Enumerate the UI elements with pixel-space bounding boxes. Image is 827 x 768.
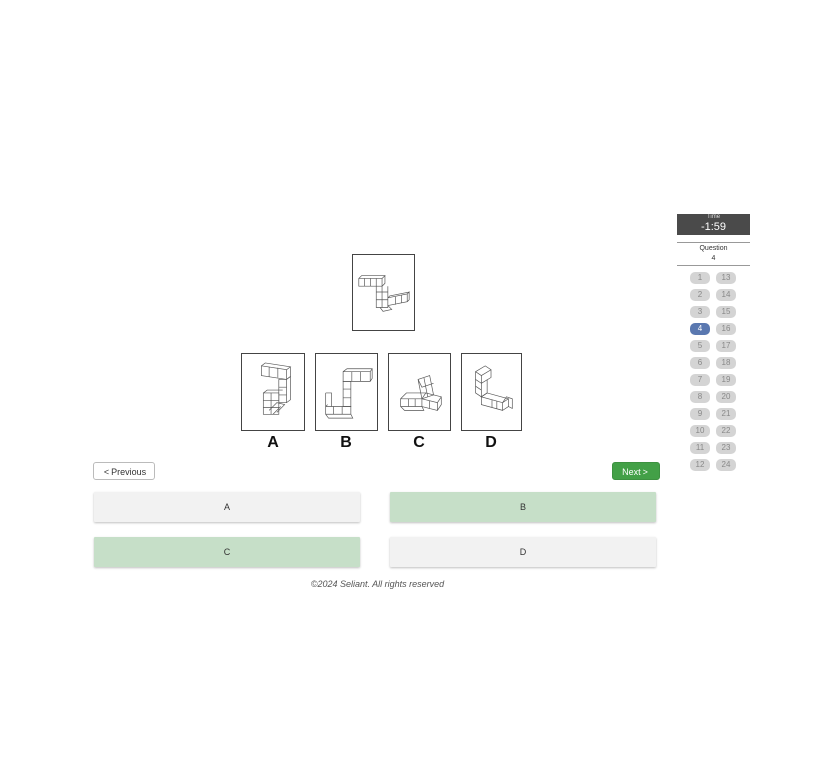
choice-figure-b <box>315 353 378 431</box>
question-indicator: Question 4 <box>677 242 750 266</box>
question-number-7[interactable]: 7 <box>690 374 710 386</box>
question-number-3[interactable]: 3 <box>690 306 710 318</box>
choice-label-a: A <box>267 434 279 451</box>
choice-label-c: C <box>413 434 425 451</box>
choice-figure-d <box>461 353 522 431</box>
chevron-right-icon: > <box>642 467 648 477</box>
copyright-footer: ©2024 Seliant. All rights reserved <box>310 579 445 589</box>
question-number-2[interactable]: 2 <box>690 289 710 301</box>
question-number-9[interactable]: 9 <box>690 408 710 420</box>
question-number-16[interactable]: 16 <box>716 323 736 335</box>
choice-a-image <box>261 362 292 415</box>
question-number-13[interactable]: 13 <box>716 272 736 284</box>
choice-figure-c <box>388 353 451 431</box>
target-figure <box>352 254 415 331</box>
question-number-22[interactable]: 22 <box>716 425 736 437</box>
answer-option-c[interactable]: C <box>94 537 360 567</box>
question-number-1[interactable]: 1 <box>690 272 710 284</box>
choice-label-b: B <box>340 434 352 451</box>
answer-option-b[interactable]: B <box>390 492 656 522</box>
question-number-4[interactable]: 4 <box>690 323 710 335</box>
choice-label-d: D <box>485 434 497 451</box>
question-number-8[interactable]: 8 <box>690 391 710 403</box>
choice-d-image <box>474 365 513 411</box>
answer-option-a[interactable]: A <box>94 492 360 522</box>
question-number-20[interactable]: 20 <box>716 391 736 403</box>
question-number-18[interactable]: 18 <box>716 357 736 369</box>
previous-button-label: Previous <box>111 467 147 477</box>
choice-b-image <box>325 368 373 419</box>
question-number-21[interactable]: 21 <box>716 408 736 420</box>
choice-figure-a <box>241 353 305 431</box>
timer-panel: Time -1:59 <box>677 214 750 235</box>
target-cube-figure-image <box>358 275 411 312</box>
choice-c-image <box>400 375 442 411</box>
question-value: 4 <box>711 255 716 262</box>
question-number-15[interactable]: 15 <box>716 306 736 318</box>
question-number-24[interactable]: 24 <box>716 459 736 471</box>
chevron-left-icon: < <box>103 467 110 477</box>
question-number-23[interactable]: 23 <box>716 442 736 454</box>
question-number-11[interactable]: 11 <box>690 442 710 454</box>
timer-value: -1:59 <box>700 221 727 233</box>
question-number-17[interactable]: 17 <box>716 340 736 352</box>
question-number-14[interactable]: 14 <box>716 289 736 301</box>
next-button-label: Next <box>622 467 641 477</box>
question-label: Question <box>699 245 728 252</box>
question-number-10[interactable]: 10 <box>690 425 710 437</box>
previous-button[interactable]: < Previous <box>93 462 155 480</box>
question-number-6[interactable]: 6 <box>690 357 710 369</box>
answer-option-d[interactable]: D <box>390 537 656 567</box>
question-number-5[interactable]: 5 <box>690 340 710 352</box>
question-number-19[interactable]: 19 <box>716 374 736 386</box>
next-button[interactable]: Next > <box>612 462 660 480</box>
question-number-12[interactable]: 12 <box>690 459 710 471</box>
